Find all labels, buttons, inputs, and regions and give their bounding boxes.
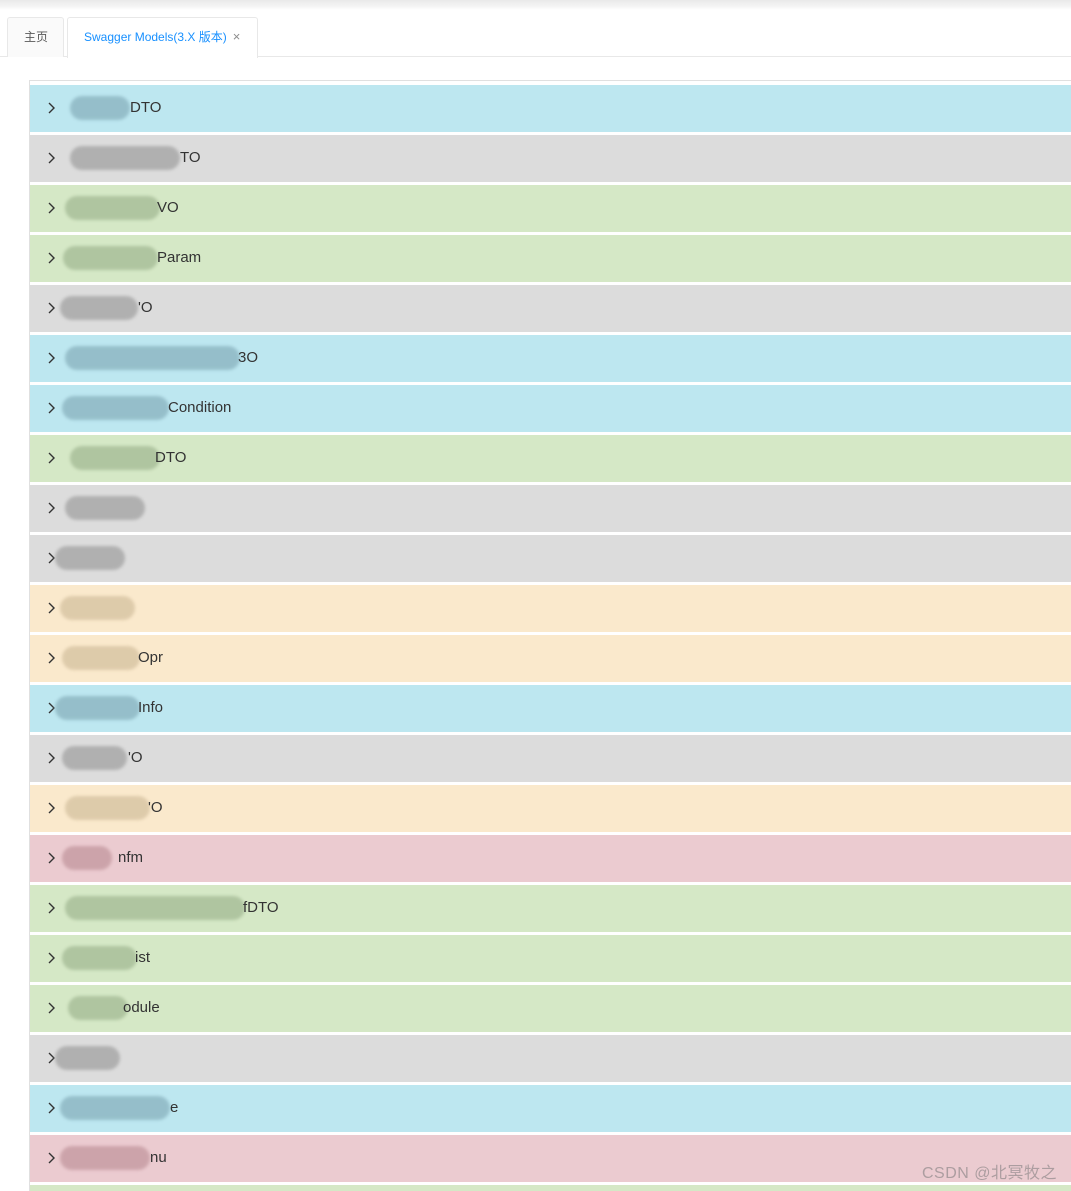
model-row[interactable]: 'O xyxy=(30,735,1071,782)
model-name: DTO xyxy=(155,449,187,466)
model-row[interactable]: 'O xyxy=(30,785,1071,832)
model-row[interactable] xyxy=(30,1035,1071,1082)
chevron-right-icon[interactable] xyxy=(47,651,57,665)
chevron-right-icon[interactable] xyxy=(47,201,57,215)
redacted-text-blur xyxy=(65,496,145,520)
redacted-text-blur xyxy=(55,696,140,720)
model-name: Param xyxy=(157,249,202,266)
redacted-text-blur xyxy=(70,446,160,470)
chevron-right-icon[interactable] xyxy=(47,451,57,465)
redacted-text-blur xyxy=(60,1096,170,1120)
chevron-right-icon[interactable] xyxy=(47,351,57,365)
chevron-right-icon[interactable] xyxy=(47,151,57,165)
chevron-right-icon[interactable] xyxy=(47,501,57,515)
chevron-right-icon[interactable] xyxy=(47,251,57,265)
tab-home-label: 主页 xyxy=(24,30,49,44)
redacted-text-blur xyxy=(62,746,127,770)
model-row[interactable]: 'O xyxy=(30,285,1071,332)
redacted-text-blur xyxy=(70,146,180,170)
model-name: ist xyxy=(135,949,150,966)
model-row[interactable] xyxy=(30,585,1071,632)
chevron-right-icon[interactable] xyxy=(47,301,57,315)
redacted-text-blur xyxy=(70,96,130,120)
model-row[interactable]: Info xyxy=(30,685,1071,732)
model-name: nfm xyxy=(118,849,144,866)
tab-bar: 主页 Swagger Models(3.X 版本) × xyxy=(0,10,1071,58)
chevron-right-icon[interactable] xyxy=(47,951,57,965)
redacted-text-blur xyxy=(62,396,169,420)
watermark: CSDN @北冥牧之 xyxy=(921,1165,1057,1182)
model-row[interactable]: TO xyxy=(30,135,1071,182)
model-name: 3O xyxy=(238,349,259,366)
redacted-text-blur xyxy=(63,246,158,270)
model-row[interactable]: VO xyxy=(30,185,1071,232)
redacted-text-blur xyxy=(62,646,140,670)
chevron-right-icon[interactable] xyxy=(47,751,57,765)
model-row[interactable]: ist xyxy=(30,935,1071,982)
model-name: odule xyxy=(123,999,160,1016)
model-row[interactable]: odule xyxy=(30,985,1071,1032)
model-name: 'O xyxy=(138,299,153,316)
chevron-right-icon[interactable] xyxy=(47,1101,57,1115)
model-row[interactable]: Param xyxy=(30,235,1071,282)
redacted-text-blur xyxy=(68,996,128,1020)
model-name: 'O xyxy=(148,799,163,816)
tab-home[interactable]: 主页 xyxy=(7,17,64,57)
redacted-text-blur xyxy=(65,346,240,370)
redacted-text-blur xyxy=(65,196,160,220)
model-row[interactable]: Opr xyxy=(30,635,1071,682)
chevron-right-icon[interactable] xyxy=(47,801,57,815)
redacted-text-blur xyxy=(60,296,138,320)
redacted-text-blur xyxy=(60,1146,150,1170)
model-row[interactable]: nu xyxy=(30,1135,1071,1182)
chevron-right-icon[interactable] xyxy=(47,401,57,415)
model-name: 'O xyxy=(128,749,143,766)
model-list: DTO TO VO Param 'O 3O Condition DTO Opr Info 'O 'O n… xyxy=(29,80,1071,1191)
model-name: Condition xyxy=(168,399,232,416)
model-name: Info xyxy=(138,699,164,716)
chevron-right-icon[interactable] xyxy=(47,901,57,915)
tab-swagger-models-label: Swagger Models(3.X 版本) xyxy=(84,30,227,44)
model-name: e xyxy=(170,1099,179,1116)
chevron-right-icon[interactable] xyxy=(47,1151,57,1165)
chevron-right-icon[interactable] xyxy=(47,101,57,115)
redacted-text-blur xyxy=(60,596,135,620)
model-row[interactable]: Condition xyxy=(30,385,1071,432)
redacted-text-blur xyxy=(55,546,125,570)
model-name: TO xyxy=(180,149,201,166)
model-name: fDTO xyxy=(243,899,279,916)
redacted-text-blur xyxy=(55,1046,120,1070)
model-name: nu xyxy=(150,1149,167,1166)
model-name: VO xyxy=(157,199,179,216)
model-row[interactable]: e xyxy=(30,1085,1071,1132)
chevron-right-icon[interactable] xyxy=(47,851,57,865)
model-name: DTO xyxy=(130,99,162,116)
redacted-text-blur xyxy=(62,946,137,970)
model-row[interactable] xyxy=(30,535,1071,582)
model-row[interactable]: DTO xyxy=(30,435,1071,482)
close-icon[interactable]: × xyxy=(233,18,241,56)
model-row[interactable]: 3O xyxy=(30,335,1071,382)
model-row[interactable] xyxy=(30,485,1071,532)
redacted-text-blur xyxy=(65,896,245,920)
chevron-right-icon[interactable] xyxy=(47,601,57,615)
swagger-models-page: 主页 Swagger Models(3.X 版本) × DTO TO VO Param '… xyxy=(0,0,1071,1191)
model-row[interactable]: fDTO xyxy=(30,885,1071,932)
model-row[interactable] xyxy=(30,1185,1071,1191)
model-name: Opr xyxy=(138,649,164,666)
chevron-right-icon[interactable] xyxy=(47,1001,57,1015)
model-row[interactable]: nfm xyxy=(30,835,1071,882)
model-row[interactable]: DTO xyxy=(30,85,1071,132)
redacted-text-blur xyxy=(65,796,150,820)
tab-swagger-models[interactable]: Swagger Models(3.X 版本) × xyxy=(67,17,258,58)
header-shadow xyxy=(0,0,1071,10)
redacted-text-blur xyxy=(62,846,112,870)
